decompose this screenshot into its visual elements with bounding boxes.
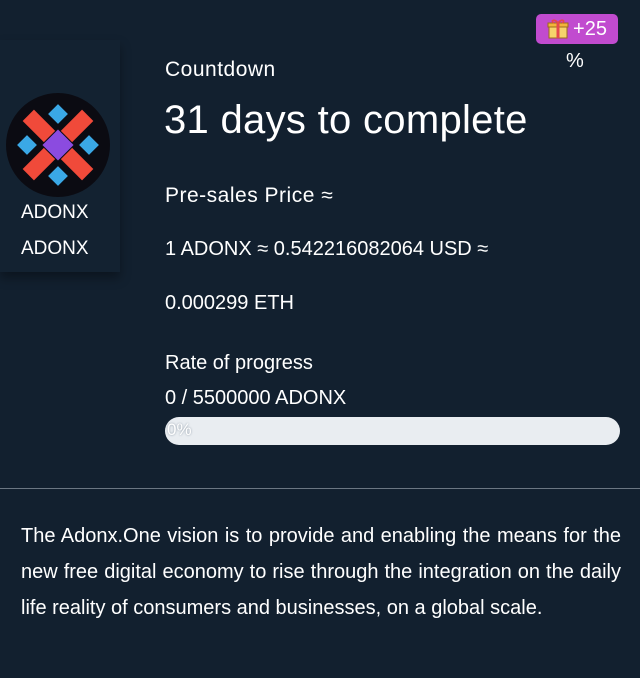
- adonx-logo-icon: [6, 93, 110, 197]
- progress-label: Rate of progress: [165, 352, 313, 374]
- bonus-badge: +25: [536, 14, 618, 44]
- section-divider: [0, 488, 640, 489]
- countdown-value: 31 days to complete: [164, 98, 528, 142]
- progress-bar: 0%: [165, 417, 620, 445]
- presale-card: ADONX ADONX +25 % Countdown 31 days to c…: [0, 0, 640, 488]
- token-card: ADONX ADONX: [0, 40, 120, 272]
- bonus-value: +25: [573, 17, 607, 40]
- bonus-unit: %: [566, 50, 584, 72]
- token-name: ADONX: [21, 202, 89, 223]
- progress-percent: 0%: [167, 420, 192, 439]
- token-symbol: ADONX: [21, 238, 89, 259]
- countdown-label: Countdown: [165, 58, 276, 81]
- gift-icon: [547, 18, 569, 40]
- project-description: The Adonx.One vision is to provide and e…: [21, 525, 621, 619]
- price-eth: 0.000299 ETH: [165, 292, 294, 314]
- price-usd: 1 ADONX ≈ 0.542216082064 USD ≈: [165, 238, 489, 260]
- price-label: Pre-sales Price ≈: [165, 184, 334, 207]
- progress-amount: 0 / 5500000 ADONX: [165, 387, 347, 409]
